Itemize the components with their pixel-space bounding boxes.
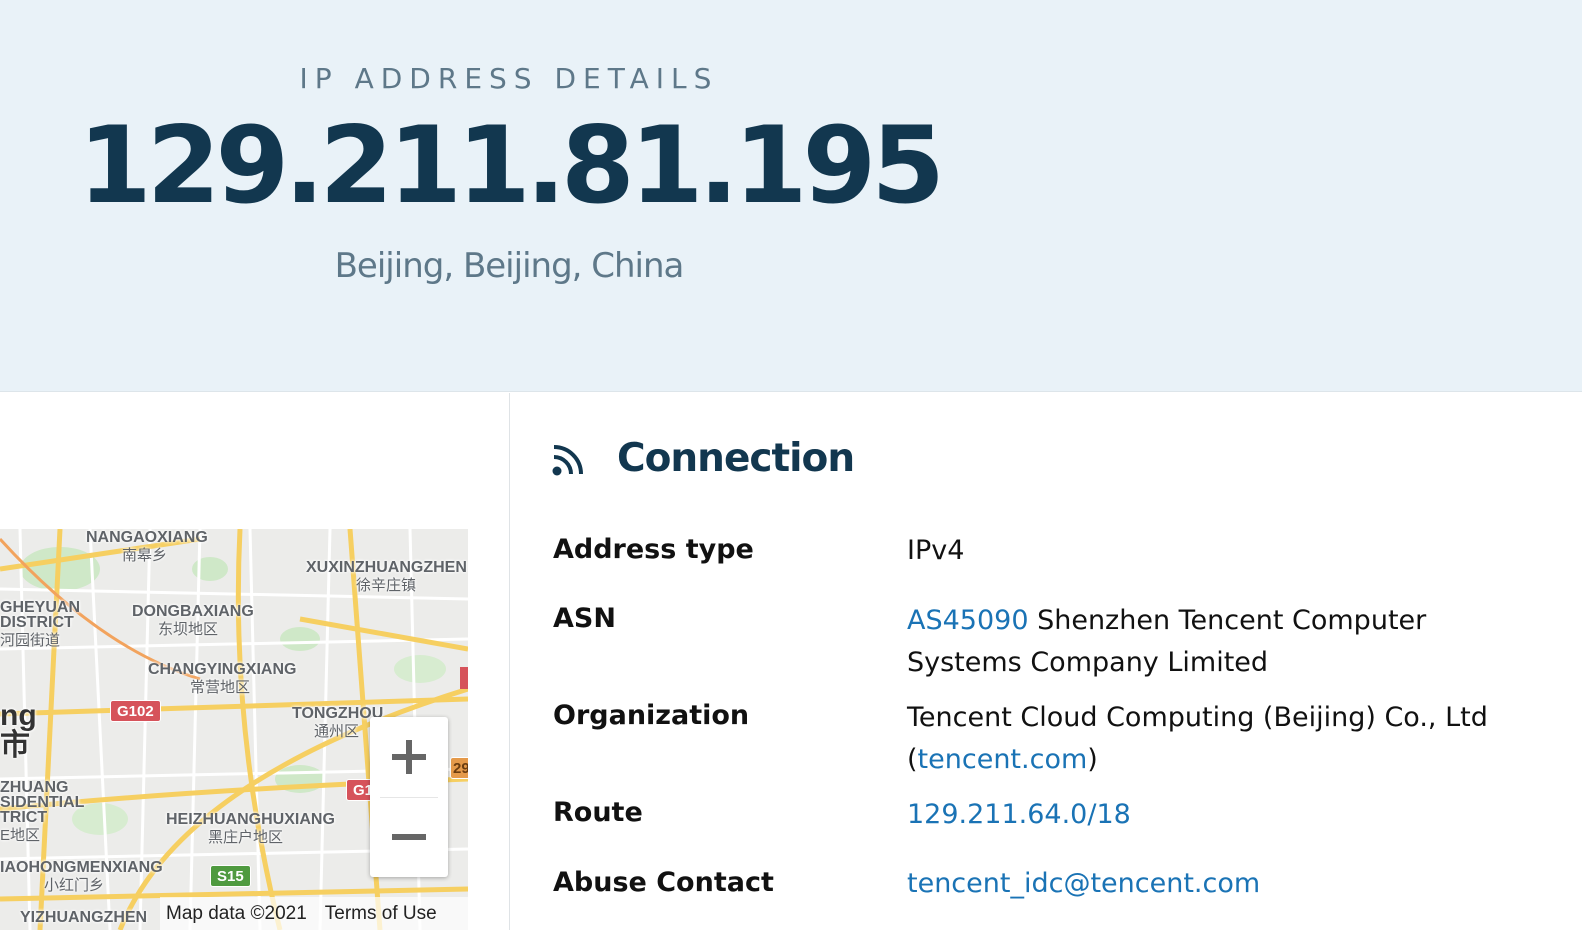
zoom-out-button[interactable] bbox=[370, 797, 448, 877]
hero-section: IP ADDRESS DETAILS 129.211.81.195 Beijin… bbox=[0, 0, 1582, 392]
organization-value: Tencent Cloud Computing (Beijing) Co., L… bbox=[907, 697, 1547, 781]
asn-link[interactable]: AS45090 bbox=[907, 605, 1029, 636]
map-label-xuxinzhuangzhen: XUXINZHUANGZHEN 徐辛庄镇 bbox=[306, 559, 467, 594]
map-label-yizhuangzhen: YIZHUANGZHEN bbox=[20, 909, 148, 926]
ip-address-heading: 129.211.81.195 bbox=[77, 104, 945, 227]
address-type-value: IPv4 bbox=[907, 535, 965, 566]
map-zoom-control bbox=[370, 717, 448, 877]
plus-icon bbox=[392, 740, 426, 774]
organization-label: Organization bbox=[553, 700, 750, 731]
route-link[interactable]: 129.211.64.0/18 bbox=[907, 799, 1131, 830]
map-label-changyingxiang: CHANGYINGXIANG 常营地区 bbox=[148, 661, 297, 696]
map-data-credit: Map data ©2021 bbox=[166, 902, 307, 924]
highway-shield-g102: G102 bbox=[110, 700, 161, 722]
map-terms-link[interactable]: Terms of Use bbox=[325, 903, 437, 925]
abuse-contact-value: tencent_idc@tencent.com bbox=[907, 863, 1547, 905]
asn-label: ASN bbox=[553, 603, 616, 634]
route-value: 129.211.64.0/18 bbox=[907, 794, 1547, 836]
zoom-in-button[interactable] bbox=[370, 717, 448, 797]
map-label-residential: ZHUANG SIDENTIAL TRICT E地区 bbox=[0, 779, 85, 844]
map-label-xiaohongmenxiang: IAOHONGMENXIANG 小红门乡 bbox=[0, 859, 163, 894]
map-label-nangaoxiang: NANGAOXIANG 南皋乡 bbox=[86, 529, 208, 564]
map-label-heizhuanghuxiang: HEIZHUANGHUXIANG 黑庄户地区 bbox=[166, 811, 335, 846]
route-label: Route bbox=[553, 797, 643, 828]
highway-shield-s15: S15 bbox=[210, 865, 251, 887]
organization-close-paren: ) bbox=[1087, 744, 1098, 775]
signal-icon bbox=[552, 445, 583, 476]
highway-shield-29: 29 bbox=[450, 757, 468, 779]
address-type-label: Address type bbox=[553, 534, 754, 565]
map-label-city: ng 市 bbox=[0, 699, 37, 762]
map-label-gheyuan: GHEYUAN DISTRICT 河园街道 bbox=[0, 599, 81, 649]
ip-location: Beijing, Beijing, China bbox=[334, 246, 685, 286]
abuse-contact-label: Abuse Contact bbox=[553, 867, 774, 898]
map-attribution: Map data ©2021 Terms of Use bbox=[160, 897, 468, 930]
minus-icon bbox=[392, 834, 426, 840]
asn-value: AS45090 Shenzhen Tencent Computer System… bbox=[907, 600, 1547, 684]
organization-domain-link[interactable]: tencent.com bbox=[918, 744, 1088, 775]
hero-eyebrow: IP ADDRESS DETAILS bbox=[299, 62, 719, 95]
map-label-dongbaxiang: DONGBAXIANG 东坝地区 bbox=[132, 603, 254, 638]
abuse-contact-link[interactable]: tencent_idc@tencent.com bbox=[907, 868, 1260, 899]
connection-heading: Connection bbox=[617, 436, 855, 481]
